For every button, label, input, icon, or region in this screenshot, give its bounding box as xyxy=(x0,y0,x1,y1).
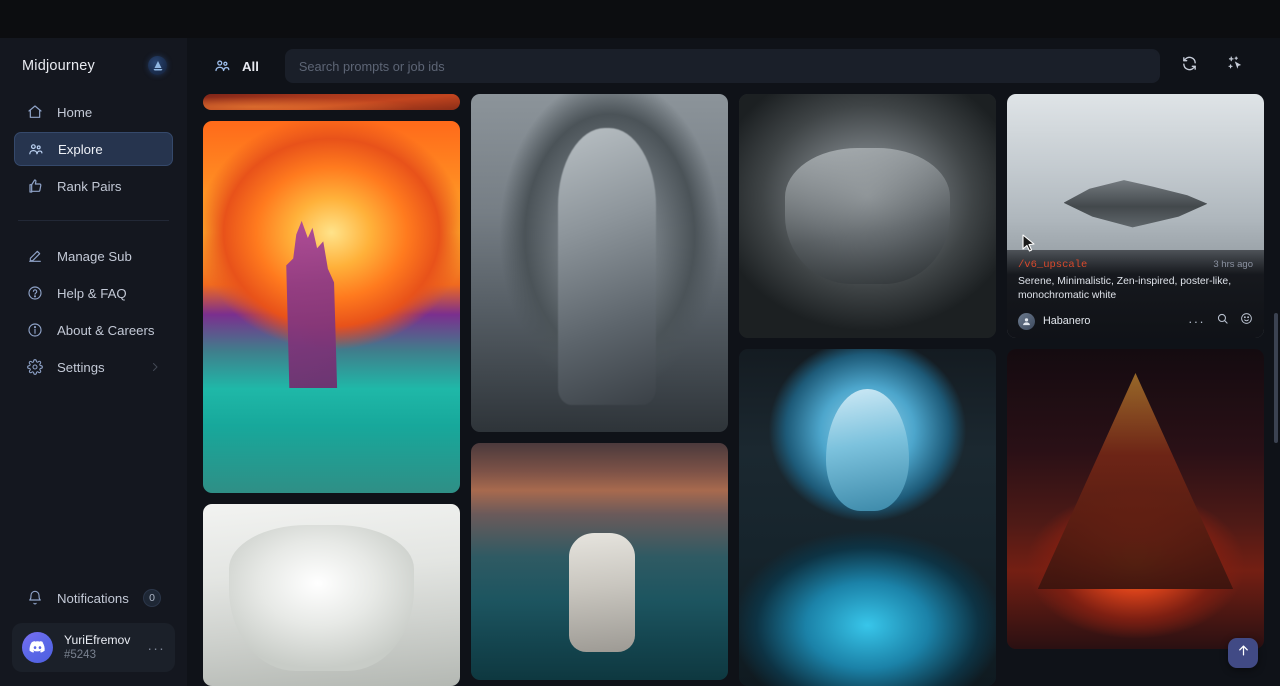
vertical-scrollbar[interactable] xyxy=(1274,313,1278,443)
search-input[interactable] xyxy=(299,59,1144,74)
sidebar-item-label: Manage Sub xyxy=(57,249,132,264)
discord-avatar-icon xyxy=(22,632,53,663)
gallery-card-red-street[interactable] xyxy=(203,94,460,110)
sidebar-item-home[interactable]: Home xyxy=(14,95,173,129)
brand-title: Midjourney xyxy=(22,58,95,74)
gallery-column xyxy=(203,94,460,686)
midjourney-sailboat-icon[interactable] xyxy=(148,56,167,75)
gallery-card-underwater-astronaut[interactable] xyxy=(471,443,728,680)
user-discriminator: #5243 xyxy=(64,648,130,662)
search-field-wrapper[interactable] xyxy=(285,49,1158,83)
browser-chrome-band xyxy=(0,0,1280,38)
sidebar-item-label: Home xyxy=(57,105,92,120)
image-gallery-grid: /v6_upscale 3 hrs ago Serene, Minimalist… xyxy=(187,94,1280,686)
sidebar-item-manage-sub[interactable]: Manage Sub xyxy=(14,239,173,273)
gallery-card-cyborg-woman[interactable] xyxy=(739,349,996,686)
card-hover-overlay: /v6_upscale 3 hrs ago Serene, Minimalist… xyxy=(1007,250,1264,338)
gallery-card-white-head[interactable] xyxy=(203,504,460,686)
sidebar-item-label: Rank Pairs xyxy=(57,179,122,194)
gallery-card-rock-face[interactable] xyxy=(739,94,996,338)
main-content: All xyxy=(187,38,1280,686)
artwork-thumbnail xyxy=(739,94,996,338)
user-name: YuriEfremov xyxy=(64,633,130,648)
artwork-thumbnail xyxy=(203,121,460,493)
brand-row: Midjourney xyxy=(0,38,187,91)
artwork-thumbnail xyxy=(739,349,996,686)
artwork-thumbnail xyxy=(471,94,728,432)
gear-icon xyxy=(26,359,43,376)
sidebar-item-label: Help & FAQ xyxy=(57,286,127,301)
gallery-card-castle-sunset[interactable] xyxy=(203,121,460,493)
artwork-thumbnail xyxy=(471,443,728,680)
user-profile-card[interactable]: YuriEfremov #5243 ··· xyxy=(12,623,175,672)
job-timestamp: 3 hrs ago xyxy=(1213,259,1253,270)
filter-all-button[interactable]: All xyxy=(203,51,269,81)
bell-icon xyxy=(26,590,43,607)
artwork-thumbnail xyxy=(203,504,460,686)
gallery-column: /v6_upscale 3 hrs ago Serene, Minimalist… xyxy=(1007,94,1264,686)
sidebar-item-label: Settings xyxy=(57,360,105,375)
gallery-card-burning-pyramid[interactable] xyxy=(1007,349,1264,649)
sparkle-button[interactable] xyxy=(1218,49,1252,83)
explore-people-icon xyxy=(27,141,44,158)
sidebar-item-help-faq[interactable]: Help & FAQ xyxy=(14,276,173,310)
notifications-count-badge: 0 xyxy=(143,589,161,607)
sidebar: Midjourney Home xyxy=(0,38,187,686)
scroll-to-top-button[interactable] xyxy=(1228,638,1258,668)
edit-square-icon xyxy=(26,248,43,265)
primary-nav: Home Explore xyxy=(0,91,187,206)
sidebar-item-settings[interactable]: Settings xyxy=(14,350,173,384)
more-options-button[interactable]: ··· xyxy=(1188,315,1205,328)
sidebar-item-rank-pairs[interactable]: Rank Pairs xyxy=(14,169,173,203)
sidebar-item-label: Explore xyxy=(58,142,103,157)
explore-people-icon xyxy=(213,57,231,75)
job-command-tag[interactable]: /v6_upscale xyxy=(1018,259,1087,271)
home-icon xyxy=(26,104,43,121)
gallery-card-zen-island[interactable]: /v6_upscale 3 hrs ago Serene, Minimalist… xyxy=(1007,94,1264,338)
job-prompt-text: Serene, Minimalistic, Zen-inspired, post… xyxy=(1018,275,1253,303)
artwork-thumbnail xyxy=(203,94,460,110)
arrow-up-icon xyxy=(1236,643,1251,663)
question-circle-icon xyxy=(26,285,43,302)
chevron-right-icon xyxy=(149,361,161,373)
job-author-name[interactable]: Habanero xyxy=(1043,315,1090,327)
user-avatar-icon xyxy=(1018,313,1035,330)
notifications-row[interactable]: Notifications 0 xyxy=(14,581,173,615)
info-circle-icon xyxy=(26,322,43,339)
sidebar-item-about-careers[interactable]: About & Careers xyxy=(14,313,173,347)
midjourney-app-window: Midjourney Home xyxy=(0,0,1280,686)
thumbs-up-icon xyxy=(26,178,43,195)
toolbar: All xyxy=(187,38,1280,94)
zoom-button[interactable] xyxy=(1216,312,1229,330)
refresh-button[interactable] xyxy=(1172,49,1206,83)
notifications-label: Notifications xyxy=(57,591,129,606)
filter-all-label: All xyxy=(242,59,259,74)
refresh-icon xyxy=(1181,55,1198,77)
user-more-options-button[interactable]: ··· xyxy=(147,640,165,656)
sidebar-item-label: About & Careers xyxy=(57,323,155,338)
sparkle-cursor-icon xyxy=(1227,55,1244,77)
react-button[interactable] xyxy=(1240,312,1253,330)
artwork-thumbnail xyxy=(1007,349,1264,649)
gallery-card-shrouded-figure[interactable] xyxy=(471,94,728,432)
sidebar-divider xyxy=(18,220,169,221)
gallery-column xyxy=(739,94,996,686)
secondary-nav: Manage Sub Help & FAQ About & Careers xyxy=(0,235,187,387)
gallery-column xyxy=(471,94,728,686)
sidebar-item-explore[interactable]: Explore xyxy=(14,132,173,166)
